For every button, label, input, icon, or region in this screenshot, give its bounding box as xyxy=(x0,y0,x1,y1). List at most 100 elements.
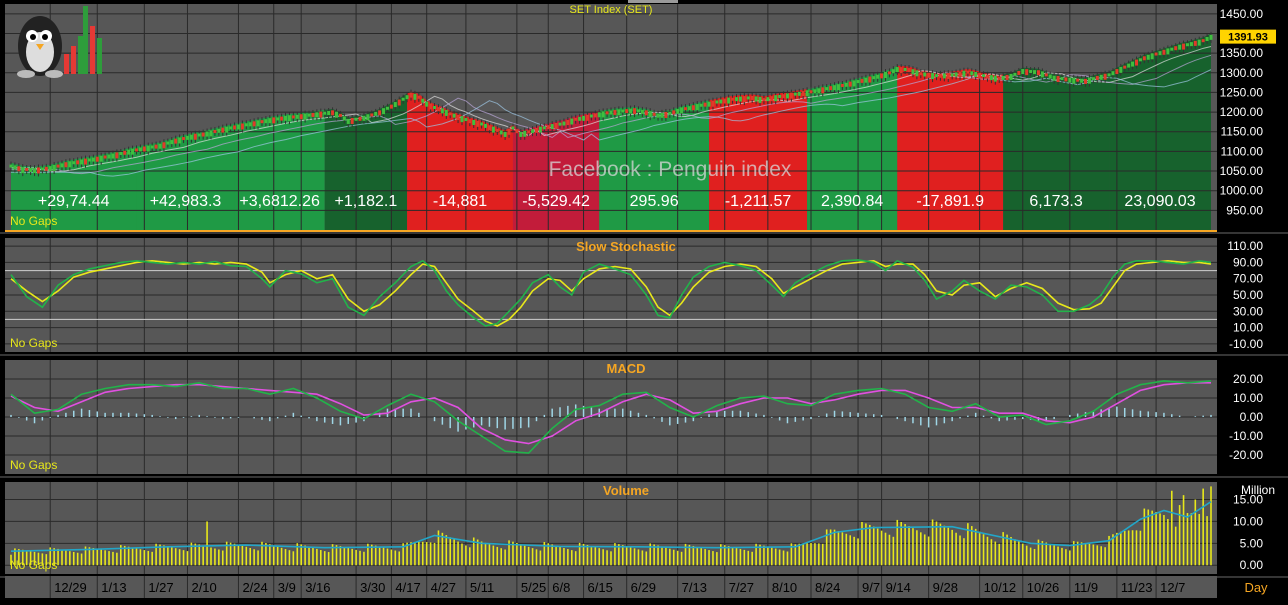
candle-body xyxy=(636,109,640,113)
candle-body xyxy=(515,129,519,134)
candle-body xyxy=(1048,74,1052,79)
candle-body xyxy=(531,129,535,134)
candle-body xyxy=(605,111,609,115)
candle-body xyxy=(366,114,370,121)
x-tick-label: 10/12 xyxy=(984,580,1017,595)
candle-body xyxy=(68,161,72,168)
x-tick-label: 4/17 xyxy=(395,580,420,595)
no-gaps-label: No Gaps xyxy=(10,214,57,228)
y-tick-label: 1000.00 xyxy=(1220,184,1264,198)
candle-body xyxy=(311,112,315,117)
candle-body xyxy=(115,152,119,159)
candle-body xyxy=(174,138,178,144)
candle-body xyxy=(150,145,154,149)
candle-body xyxy=(754,96,758,102)
candle-body xyxy=(1072,77,1076,84)
candle-body xyxy=(264,119,268,124)
candle-body xyxy=(476,120,480,127)
candle-body xyxy=(25,167,29,171)
candle-body xyxy=(189,134,193,140)
candle-body xyxy=(80,159,84,165)
candle-body xyxy=(134,148,138,152)
candle-body xyxy=(578,116,582,121)
candle-body xyxy=(1166,48,1170,55)
candle-body xyxy=(554,122,558,129)
candle-body xyxy=(962,70,966,77)
candle-body xyxy=(676,108,680,114)
candle-body xyxy=(1201,39,1205,43)
y-tick-label: 1250.00 xyxy=(1220,85,1264,99)
candle-body xyxy=(695,104,699,111)
candle-body xyxy=(789,92,793,99)
period-change-label: -5,529.42 xyxy=(522,193,590,210)
candle-body xyxy=(1193,40,1197,46)
y-tick-label: 20.00 xyxy=(1233,372,1263,386)
candle-body xyxy=(734,97,738,102)
x-tick-label: 12/29 xyxy=(54,580,87,595)
candle-body xyxy=(378,110,382,116)
x-tick-label: 10/26 xyxy=(1027,580,1060,595)
candle-body xyxy=(354,117,358,121)
candle-body xyxy=(1127,63,1131,68)
candle-body xyxy=(934,74,938,78)
candle-body xyxy=(844,82,848,87)
y-tick-label: 0.00 xyxy=(1240,410,1264,424)
candle-body xyxy=(699,103,703,107)
candle-body xyxy=(927,72,931,78)
candle-body xyxy=(621,109,625,113)
penguin-logo xyxy=(17,6,102,78)
candle-body xyxy=(738,96,742,102)
candle-body xyxy=(1033,70,1037,75)
x-tick-label: 9/14 xyxy=(886,580,911,595)
y-tick-label: 10.00 xyxy=(1233,391,1263,405)
x-tick-label: 2/24 xyxy=(242,580,267,595)
candle-body xyxy=(1052,75,1056,81)
candle-body xyxy=(527,130,531,134)
x-tick-label: 5/25 xyxy=(521,580,546,595)
price-panel-separator xyxy=(5,230,1217,232)
candle-body xyxy=(660,112,664,118)
candle-body xyxy=(370,113,374,117)
candle-body xyxy=(691,105,695,111)
candle-body xyxy=(358,116,362,121)
candle-body xyxy=(315,112,319,118)
candle-body xyxy=(272,117,276,124)
candle-body xyxy=(703,102,707,107)
y-tick-label: 1150.00 xyxy=(1221,125,1264,139)
candle-body xyxy=(750,95,754,100)
y-tick-label: 110.00 xyxy=(1227,239,1263,253)
no-gaps-label: No Gaps xyxy=(10,336,57,350)
candle-body xyxy=(1209,34,1213,40)
candle-body xyxy=(664,111,668,118)
candle-body xyxy=(778,94,782,98)
candle-body xyxy=(582,115,586,121)
candle-body xyxy=(570,118,574,125)
candle-body xyxy=(338,113,342,117)
candle-body xyxy=(166,141,170,145)
candle-body xyxy=(931,73,935,80)
candle-body xyxy=(1162,49,1166,55)
candle-body xyxy=(72,161,76,165)
candle-body xyxy=(656,113,660,118)
candle-body xyxy=(33,168,37,174)
candle-body xyxy=(240,123,244,130)
candle-body xyxy=(123,150,127,155)
x-tick-label: 2/10 xyxy=(191,580,216,595)
candle-body xyxy=(236,124,240,130)
candle-body xyxy=(503,131,507,137)
period-change-label: +29,74.44 xyxy=(38,193,110,210)
candle-body xyxy=(284,115,288,121)
last-price-label: 1391.93 xyxy=(1228,32,1268,44)
candle-body xyxy=(782,94,786,99)
candle-body xyxy=(276,117,280,121)
candle-body xyxy=(880,73,884,79)
candle-body xyxy=(546,125,550,130)
candle-body xyxy=(131,148,135,155)
candle-body xyxy=(421,98,425,103)
candle-body xyxy=(668,111,672,115)
candle-body xyxy=(362,115,366,121)
candle-body xyxy=(158,143,162,149)
period-change-label: +3,6812.26 xyxy=(239,193,320,210)
candle-body xyxy=(287,115,291,122)
candle-body xyxy=(268,118,272,124)
